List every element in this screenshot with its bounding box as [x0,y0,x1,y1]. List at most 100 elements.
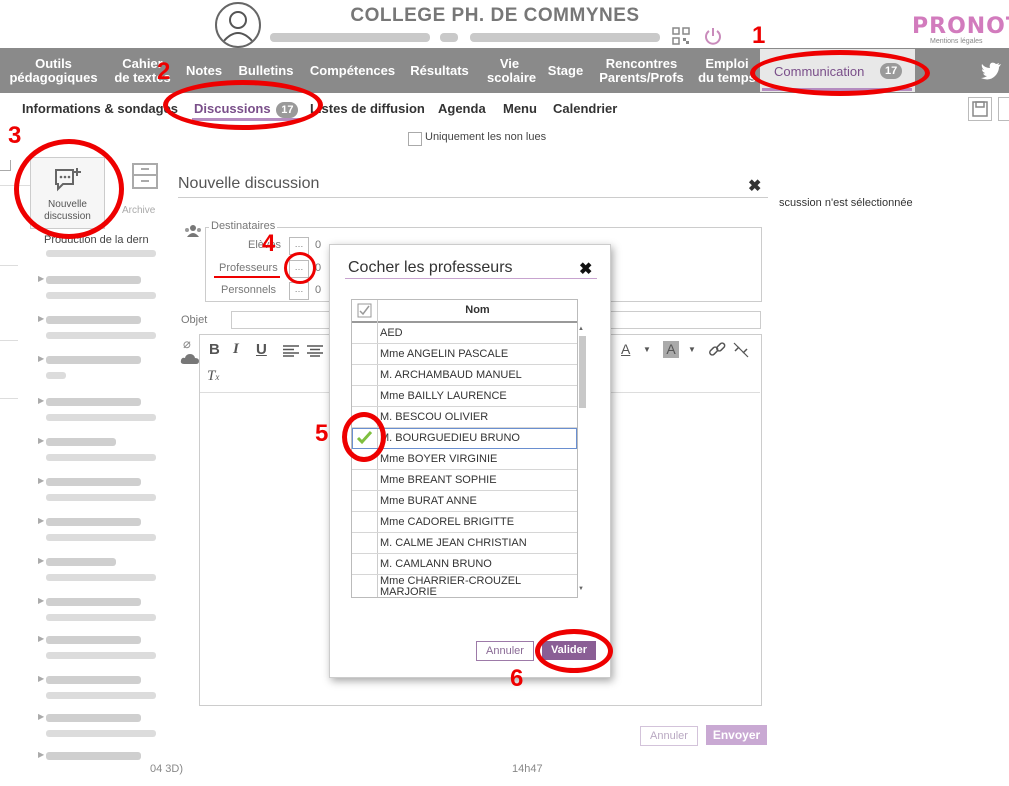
scroll-down-icon[interactable]: ▼ [578,586,584,592]
school-name: COLLEGE PH. DE COMMYNES [350,5,640,26]
nav-notes[interactable]: Notes [184,64,224,78]
column-header-nom: Nom [465,304,490,316]
nav-rencontres-parents-profs[interactable]: Rencontres Parents/Profs [594,57,689,85]
teachers-table: Nom AED Mme ANGELIN PASCALE M. ARCHAMBAU… [351,299,578,598]
annotation-circle-discussions [163,80,323,130]
list-item[interactable]: ▶ [36,392,160,432]
table-row[interactable]: AED [352,323,577,344]
save-icon[interactable] [968,97,992,121]
nav-vie-scolaire[interactable]: Vie scolaire [487,57,536,85]
nav-outils-pedagogiques[interactable]: Outils pédagogiques [6,57,101,85]
annotation-circle-new-discussion [14,139,124,239]
align-left-icon[interactable] [283,344,299,362]
annotation-number: 3 [8,122,22,149]
bold-icon[interactable]: B [209,341,220,358]
divider [345,278,597,279]
dialog-cancel-button[interactable]: Annuler [476,641,534,661]
nav-competences[interactable]: Compétences [305,64,400,78]
table-row[interactable]: Mme BREANT SOPHIE [352,470,577,491]
tab-agenda[interactable]: Agenda [438,101,486,116]
underline-icon[interactable]: U [256,341,267,358]
no-selection-message: scussion n'est sélectionnée [779,197,913,209]
archive-label: Archive [122,205,156,216]
close-icon[interactable]: ✖ [579,259,592,279]
italic-icon[interactable]: I [233,341,239,358]
table-row[interactable]: Mme ANGELIN PASCALE [352,344,577,365]
tab-informations-sondages[interactable]: Informations & sondages [22,101,178,116]
paperclip-icon[interactable]: ⌀ [183,336,191,352]
table-row[interactable]: M. BESCOU OLIVIER [352,407,577,428]
table-row[interactable]: Mme CADOREL BRIGITTE [352,512,577,533]
list-item[interactable]: ▶ [36,708,160,748]
table-row[interactable]: M. CALME JEAN CHRISTIAN [352,533,577,554]
discussion-time: 14h47 [512,763,543,775]
divider [0,398,18,399]
tab-menu[interactable]: Menu [503,101,537,116]
table-scrollbar[interactable]: ▲ ▼ [578,326,587,596]
annotation-circle-validate [535,629,613,673]
divider [0,265,18,266]
personnels-count: 0 [315,284,322,296]
background-color-icon[interactable]: A [663,341,679,358]
list-item[interactable]: ▶ [36,552,160,592]
list-item[interactable]: ▶ [36,270,160,310]
tab-calendrier[interactable]: Calendrier [553,101,617,116]
unread-only-checkbox[interactable] [408,132,422,146]
unlink-icon[interactable] [732,341,750,364]
legal-mentions-link[interactable]: Mentions légales [930,38,983,45]
annotation-number: 2 [157,58,171,85]
table-row[interactable]: Mme BAILLY LAURENCE [352,386,577,407]
cancel-button[interactable]: Annuler [640,726,698,746]
table-row[interactable]: Mme BOYER VIRGINIE [352,449,577,470]
twitter-icon[interactable] [980,62,1002,85]
annotation-underline [214,276,280,278]
table-row[interactable]: Mme BURAT ANNE [352,491,577,512]
pronote-logo: PRONOTE [912,14,1009,39]
professeurs-label: Professeurs [219,262,278,274]
align-center-icon[interactable] [307,344,323,362]
list-item[interactable]: ▶ [36,592,160,632]
list-item[interactable]: ▶ [36,670,160,710]
list-item[interactable]: ▶ [36,472,160,512]
nav-resultats[interactable]: Résultats [407,64,472,78]
table-header: Nom [352,300,577,323]
personnels-label: Personnels [221,284,277,296]
annotation-number: 1 [752,22,766,49]
divider [0,340,18,341]
table-row[interactable]: M. CAMLANN BRUNO [352,554,577,575]
discussion-class: 04 3D) [150,763,184,775]
annotation-circle-communication [750,50,930,96]
scroll-up-icon[interactable]: ▲ [578,326,584,332]
clear-format-icon[interactable]: Tx [207,368,219,385]
table-row[interactable]: Mme CHARRIER-CROUZEL MARJORIE [352,575,577,598]
personnels-picker-button[interactable]: … [289,282,309,300]
list-item[interactable]: ▶ [36,512,160,552]
list-item[interactable]: ▶ [36,310,160,350]
unread-only-label: Uniquement les non lues [425,131,547,143]
eleves-count: 0 [315,239,322,251]
table-row[interactable]: M. ARCHAMBAUD MANUEL [352,365,577,386]
cloud-icon[interactable] [180,352,200,370]
new-discussion-title: Nouvelle discussion [178,175,320,192]
collapse-handle[interactable] [0,160,11,171]
list-item[interactable]: ▶ [36,350,160,390]
list-item[interactable]: ▶ [36,432,160,472]
close-icon[interactable]: ✖ [748,176,761,196]
user-avatar[interactable] [215,2,261,48]
send-button[interactable]: Envoyer [706,725,767,745]
text-color-icon[interactable]: A [621,341,630,357]
nav-stage[interactable]: Stage [543,64,588,78]
archive-icon[interactable] [131,162,159,197]
nav-bulletins[interactable]: Bulletins [236,64,296,78]
tab-listes-de-diffusion[interactable]: Listes de diffusion [310,101,425,116]
scrollbar-thumb[interactable] [579,336,586,408]
qrcode-icon[interactable] [672,27,690,50]
chevron-down-icon[interactable]: ▼ [688,345,696,354]
chevron-down-icon[interactable]: ▼ [643,345,651,354]
select-all-checkbox-icon[interactable] [357,303,372,318]
blurred-user-name [270,33,430,42]
list-item[interactable]: ▶ [36,630,160,670]
print-icon[interactable] [998,97,1009,121]
list-item[interactable]: ▶ [36,746,160,786]
link-icon[interactable] [708,341,726,364]
